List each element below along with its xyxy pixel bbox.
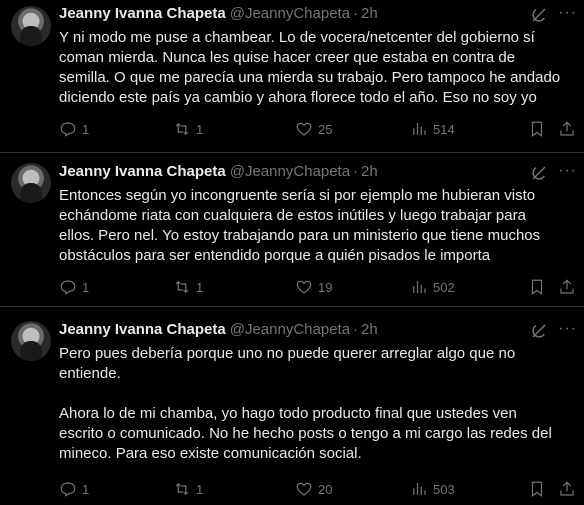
like-button[interactable]: 19 [295,277,332,297]
like-count: 25 [318,121,333,137]
heart-icon [296,122,312,136]
like-count: 20 [318,481,333,497]
more-icon[interactable]: ··· [558,162,577,180]
like-button[interactable]: 20 [295,479,332,499]
bookmark-button[interactable] [528,479,546,499]
timestamp[interactable]: 2h [361,5,378,22]
share-button[interactable] [558,277,576,297]
tweet-header: Jeanny Ivanna Chapeta @JeannyChapeta · 2h [59,162,378,182]
avatar[interactable] [11,6,51,46]
reply-count: 1 [82,279,90,295]
views-icon [413,281,426,293]
grok-icon[interactable] [530,322,548,340]
view-count: 502 [433,279,455,295]
separator-dot: · [353,5,359,22]
heart-icon [296,482,312,496]
bookmark-icon [531,121,543,137]
reply-icon [60,482,76,497]
reply-icon [60,122,76,137]
views-button[interactable]: 514 [410,119,455,139]
timestamp[interactable]: 2h [361,163,378,180]
retweet-icon [175,482,189,496]
retweet-count: 1 [196,481,204,497]
bookmark-button[interactable] [528,119,546,139]
retweet-count: 1 [196,279,204,295]
tweet-actions: 1 1 25 514 [59,119,579,139]
retweet-icon [175,122,189,136]
more-icon[interactable]: ··· [558,320,577,338]
reply-button[interactable]: 1 [59,479,89,499]
separator-dot: · [353,321,359,338]
avatar[interactable] [11,163,51,203]
reply-count: 1 [82,481,90,497]
reply-icon [60,280,76,295]
retweet-icon [175,280,189,294]
author-name[interactable]: Jeanny Ivanna Chapeta [59,163,226,180]
tweet-header: Jeanny Ivanna Chapeta @JeannyChapeta · 2h [59,320,378,340]
tweet-actions: 1 1 19 502 [59,277,579,297]
tweet[interactable]: Jeanny Ivanna Chapeta @JeannyChapeta · 2h ·… [0,152,584,305]
reply-button[interactable]: 1 [59,119,89,139]
share-icon [560,121,574,136]
grok-icon[interactable] [530,6,548,24]
tweet-text: Entonces según yo incongruente sería si … [59,187,541,264]
retweet-count: 1 [196,121,204,137]
reply-count: 1 [82,121,90,137]
heart-icon [296,280,312,294]
tweet-text: Y ni modo me puse a chambear. Lo de voce… [59,29,561,106]
views-icon [413,483,426,495]
author-handle[interactable]: @JeannyChapeta [230,5,350,22]
view-count: 503 [433,481,455,497]
timestamp[interactable]: 2h [361,321,378,338]
avatar[interactable] [11,321,51,361]
author-name[interactable]: Jeanny Ivanna Chapeta [59,321,226,338]
share-icon [560,279,574,294]
bookmark-icon [531,481,543,497]
views-icon [413,123,426,135]
like-count: 19 [318,279,333,295]
reply-button[interactable]: 1 [59,277,89,297]
retweet-button[interactable]: 1 [173,479,203,499]
views-button[interactable]: 503 [410,479,455,499]
tweet-actions: 1 1 20 503 [59,479,579,499]
tweet-header: Jeanny Ivanna Chapeta @JeannyChapeta · 2h [59,4,378,24]
view-count: 514 [433,121,455,137]
grok-icon[interactable] [530,164,548,182]
share-icon [560,481,574,496]
views-button[interactable]: 502 [410,277,455,297]
retweet-button[interactable]: 1 [173,119,203,139]
bookmark-button[interactable] [528,277,546,297]
share-button[interactable] [558,479,576,499]
like-button[interactable]: 25 [295,119,332,139]
tweet-text: Pero pues debería porque uno no puede qu… [59,345,552,462]
retweet-button[interactable]: 1 [173,277,203,297]
more-icon[interactable]: ··· [558,4,577,22]
author-name[interactable]: Jeanny Ivanna Chapeta [59,5,226,22]
tweet[interactable]: Jeanny Ivanna Chapeta @JeannyChapeta · 2h ·… [0,306,584,505]
share-button[interactable] [558,119,576,139]
bookmark-icon [531,279,543,295]
tweet[interactable]: Jeanny Ivanna Chapeta @JeannyChapeta · 2h ·… [0,0,584,152]
author-handle[interactable]: @JeannyChapeta [230,163,350,180]
separator-dot: · [353,163,359,180]
author-handle[interactable]: @JeannyChapeta [230,321,350,338]
